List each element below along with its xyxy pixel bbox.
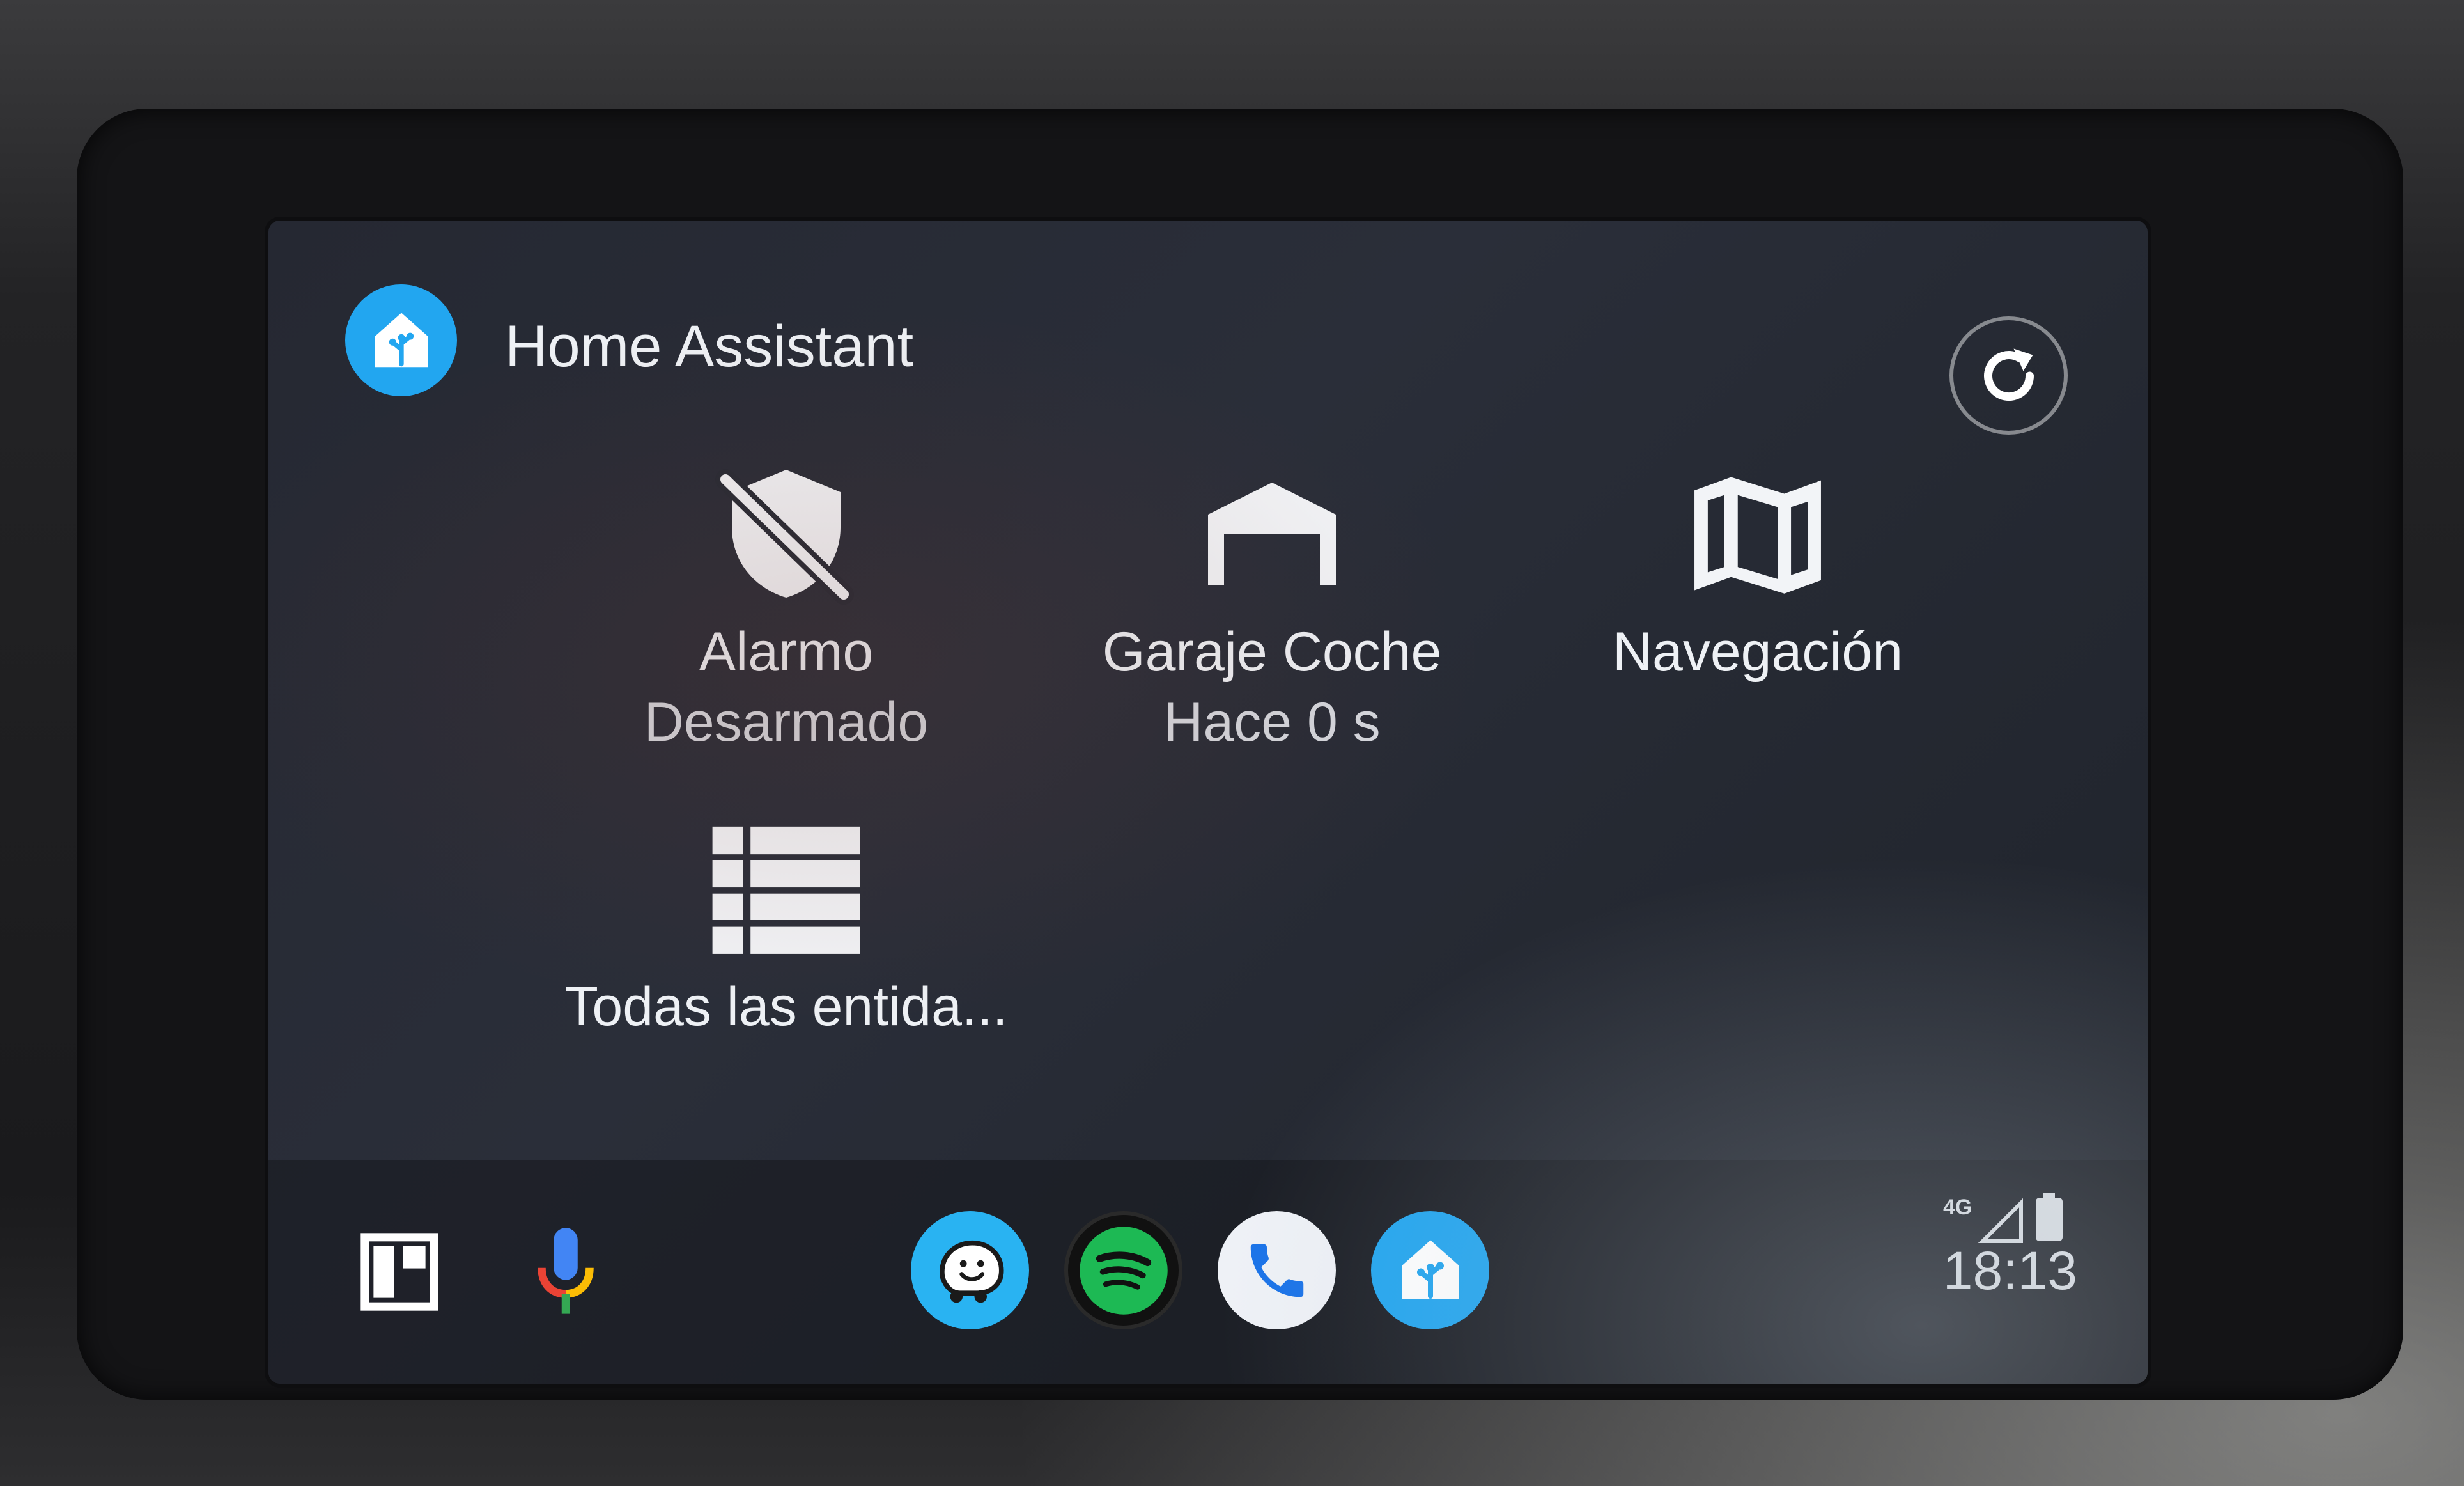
tile-label: Garaje Coche [1102, 621, 1442, 683]
list-grid-icon [562, 805, 1010, 971]
shield-off-icon [562, 451, 1010, 617]
refresh-button[interactable] [1949, 316, 2068, 435]
clock: 18:13 [1942, 1241, 2077, 1301]
tile-status: Hace 0 s [1163, 692, 1381, 753]
tile-label: Alarmo [699, 621, 874, 683]
map-icon [1534, 451, 1981, 617]
tile-garaje-coche[interactable]: Garaje Coche Hace 0 s [1048, 451, 1496, 757]
status-icons: 4G [1943, 1193, 2063, 1243]
bottom-navigation-bar: 4G 18:13 [268, 1160, 2148, 1384]
microphone-button[interactable] [518, 1218, 614, 1326]
tile-label: Navegación [1612, 621, 1903, 683]
tile-todas-las-entidades[interactable]: Todas las entida... [562, 805, 1010, 1042]
spotify-icon [1079, 1226, 1168, 1315]
waze-icon [939, 1240, 1004, 1303]
home-assistant-logo-icon [345, 284, 457, 396]
android-auto-screen: Home Assistant Alarmo Desarmado Garaje C… [268, 221, 2148, 1384]
signal-icon [1978, 1198, 2023, 1243]
spotify-app-button[interactable] [1064, 1211, 1182, 1329]
tile-label: Todas las entida... [564, 976, 1008, 1037]
network-type-label: 4G [1943, 1195, 1972, 1219]
tile-navegacion[interactable]: Navegación [1534, 451, 1981, 687]
tile-alarmo[interactable]: Alarmo Desarmado [562, 451, 1010, 757]
phone-icon [1250, 1244, 1303, 1297]
app-title: Home Assistant [505, 314, 914, 379]
tile-status: Desarmado [644, 692, 929, 753]
phone-app-button[interactable] [1218, 1211, 1336, 1329]
home-assistant-icon [1401, 1240, 1459, 1299]
battery-icon [2036, 1198, 2063, 1241]
waze-app-button[interactable] [911, 1211, 1029, 1329]
refresh-icon [1983, 348, 2034, 401]
microphone-icon [538, 1228, 594, 1314]
dashboard-icon [360, 1233, 438, 1311]
dashboard-button[interactable] [352, 1224, 447, 1320]
garage-icon [1048, 451, 1496, 617]
home-assistant-app-button[interactable] [1371, 1211, 1489, 1329]
